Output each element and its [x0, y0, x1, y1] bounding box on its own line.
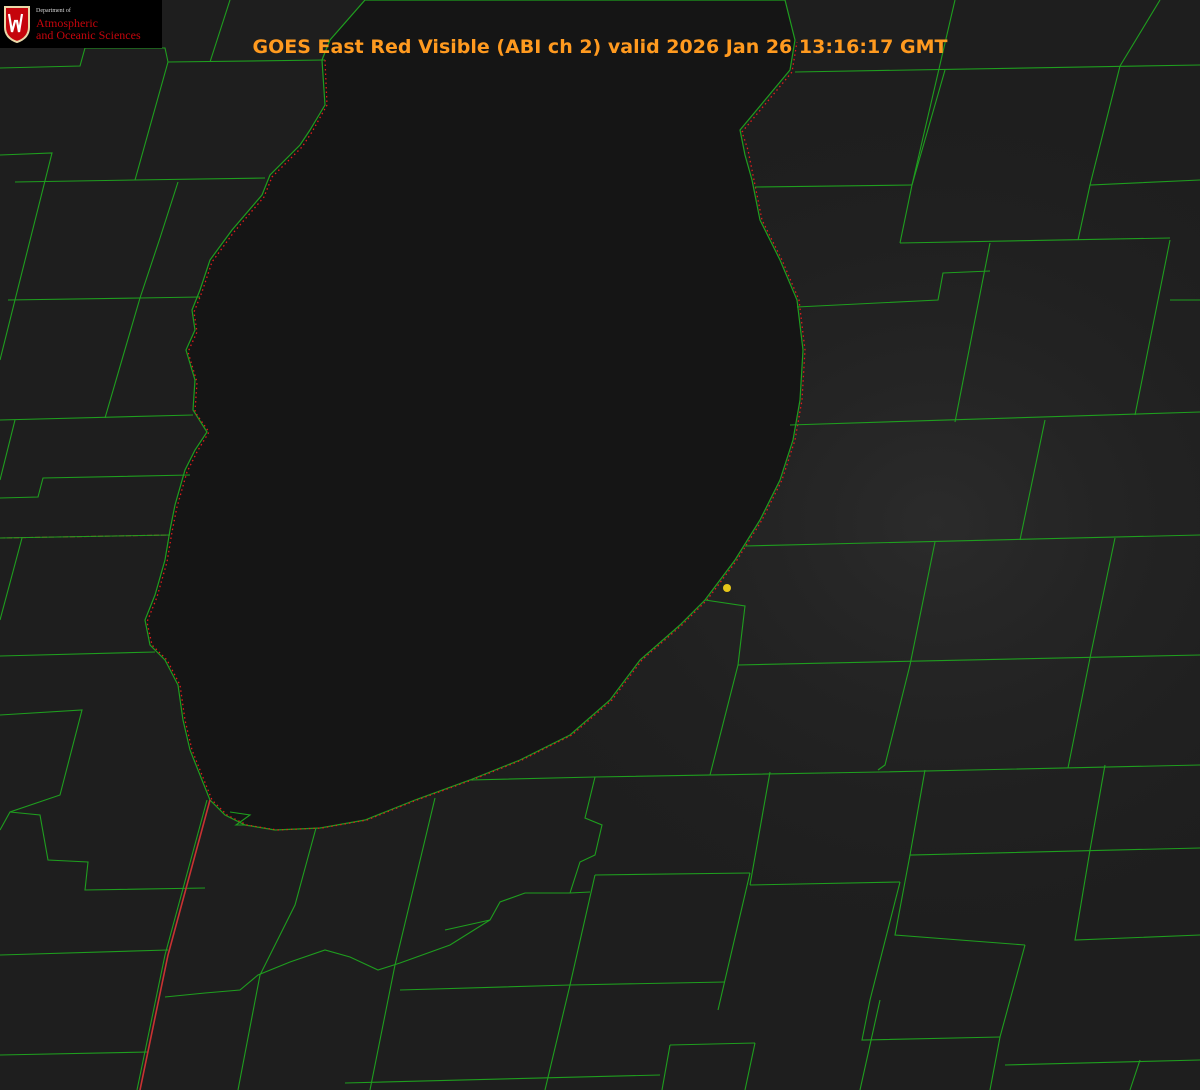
satellite-image-viewer: Department of Atmospheric and Oceanic Sc… [0, 0, 1200, 1090]
satellite-map [0, 0, 1200, 1090]
station-marker[interactable] [723, 584, 731, 592]
image-title: GOES East Red Visible (ABI ch 2) valid 2… [252, 36, 948, 58]
logo-department-text: Department of [36, 8, 71, 14]
